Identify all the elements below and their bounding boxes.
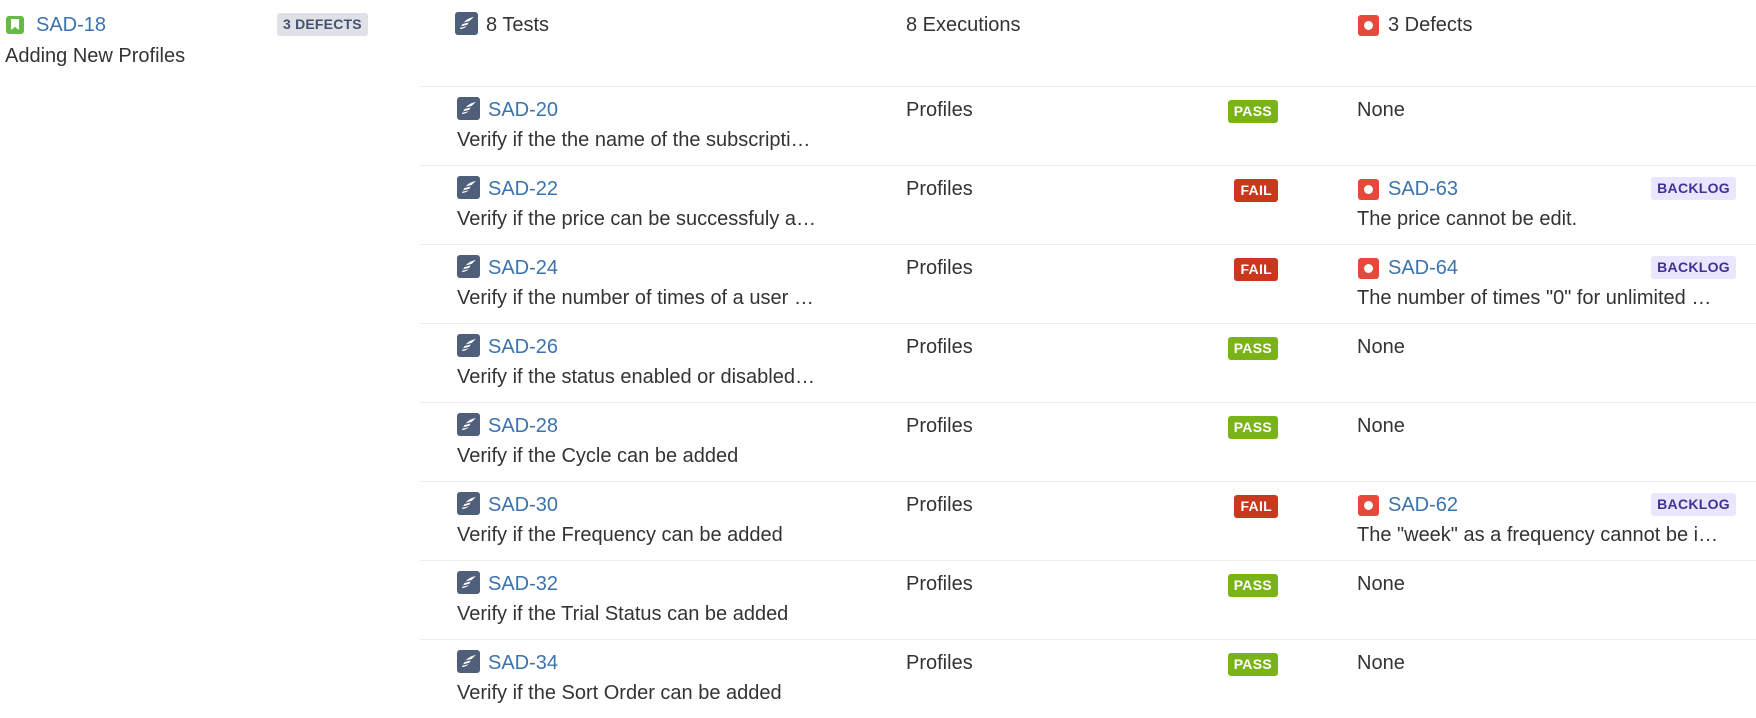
execution-status-badge[interactable]: FAIL bbox=[1234, 495, 1278, 518]
row-divider bbox=[420, 560, 1756, 561]
test-icon bbox=[457, 492, 480, 515]
test-component: Profiles bbox=[906, 494, 973, 516]
tests-summary-icon bbox=[455, 12, 478, 35]
row-divider bbox=[420, 86, 1756, 87]
defect-status-badge: BACKLOG bbox=[1651, 177, 1736, 200]
defect-status-badge: BACKLOG bbox=[1651, 256, 1736, 279]
test-summary: Verify if the price can be successfuly a… bbox=[457, 208, 817, 230]
test-component: Profiles bbox=[906, 573, 973, 595]
execution-status-badge[interactable]: PASS bbox=[1227, 574, 1278, 597]
test-component: Profiles bbox=[906, 99, 973, 121]
row-divider bbox=[420, 165, 1756, 166]
test-summary: Verify if the status enabled or disabled… bbox=[457, 366, 815, 388]
defect-key-link[interactable]: SAD-64 bbox=[1388, 257, 1458, 280]
row-divider bbox=[420, 402, 1756, 403]
row-divider bbox=[420, 481, 1756, 482]
test-summary: Verify if the Frequency can be added bbox=[457, 524, 783, 546]
defect-none: None bbox=[1357, 415, 1405, 437]
row-divider bbox=[420, 639, 1756, 640]
test-icon bbox=[457, 255, 480, 278]
defects-summary-icon bbox=[1358, 15, 1379, 36]
story-key-link[interactable]: SAD-18 bbox=[36, 14, 106, 37]
defect-none: None bbox=[1357, 652, 1405, 674]
defect-none: None bbox=[1357, 573, 1405, 595]
defect-none: None bbox=[1357, 336, 1405, 358]
execution-status-badge[interactable]: PASS bbox=[1227, 416, 1278, 439]
test-icon bbox=[457, 650, 480, 673]
defect-key-link[interactable]: SAD-63 bbox=[1388, 178, 1458, 201]
test-key-link[interactable]: SAD-26 bbox=[488, 336, 558, 359]
test-icon bbox=[457, 334, 480, 357]
test-summary: Verify if the the name of the subscripti… bbox=[457, 129, 811, 151]
test-summary: Verify if the Trial Status can be added bbox=[457, 603, 789, 625]
defect-status-badge: BACKLOG bbox=[1651, 493, 1736, 516]
test-component: Profiles bbox=[906, 336, 973, 358]
test-key-link[interactable]: SAD-22 bbox=[488, 178, 558, 201]
test-component: Profiles bbox=[906, 415, 973, 437]
test-key-link[interactable]: SAD-34 bbox=[488, 652, 558, 675]
test-key-link[interactable]: SAD-20 bbox=[488, 99, 558, 122]
test-summary: Verify if the Cycle can be added bbox=[457, 445, 739, 467]
row-divider bbox=[420, 323, 1756, 324]
test-key-link[interactable]: SAD-24 bbox=[488, 257, 558, 280]
defect-summary: The number of times "0" for unlimited … bbox=[1357, 287, 1712, 309]
story-icon bbox=[6, 16, 24, 34]
bug-icon bbox=[1358, 179, 1379, 200]
row-divider bbox=[420, 244, 1756, 245]
test-component: Profiles bbox=[906, 257, 973, 279]
test-icon bbox=[457, 176, 480, 199]
defects-summary: 3 Defects bbox=[1388, 14, 1473, 36]
execution-status-badge[interactable]: FAIL bbox=[1234, 179, 1278, 202]
execution-status-badge[interactable]: PASS bbox=[1227, 653, 1278, 676]
test-summary: Verify if the Sort Order can be added bbox=[457, 682, 782, 704]
tests-summary: 8 Tests bbox=[486, 14, 549, 36]
story-title: Adding New Profiles bbox=[5, 45, 186, 67]
test-icon bbox=[457, 571, 480, 594]
bug-icon bbox=[1358, 495, 1379, 516]
executions-summary: 8 Executions bbox=[906, 14, 1021, 36]
test-icon bbox=[457, 413, 480, 436]
defects-count-badge: 3 DEFECTS bbox=[277, 13, 368, 36]
defect-summary: The "week" as a frequency cannot be i… bbox=[1357, 524, 1719, 546]
test-component: Profiles bbox=[906, 652, 973, 674]
test-key-link[interactable]: SAD-32 bbox=[488, 573, 558, 596]
test-summary: Verify if the number of times of a user … bbox=[457, 287, 814, 309]
defect-key-link[interactable]: SAD-62 bbox=[1388, 494, 1458, 517]
test-key-link[interactable]: SAD-30 bbox=[488, 494, 558, 517]
defect-none: None bbox=[1357, 99, 1405, 121]
execution-status-badge[interactable]: PASS bbox=[1227, 337, 1278, 360]
test-key-link[interactable]: SAD-28 bbox=[488, 415, 558, 438]
test-icon bbox=[457, 97, 480, 120]
execution-status-badge[interactable]: FAIL bbox=[1234, 258, 1278, 281]
bug-icon bbox=[1358, 258, 1379, 279]
test-component: Profiles bbox=[906, 178, 973, 200]
defect-summary: The price cannot be edit. bbox=[1357, 208, 1578, 230]
execution-status-badge[interactable]: PASS bbox=[1227, 100, 1278, 123]
